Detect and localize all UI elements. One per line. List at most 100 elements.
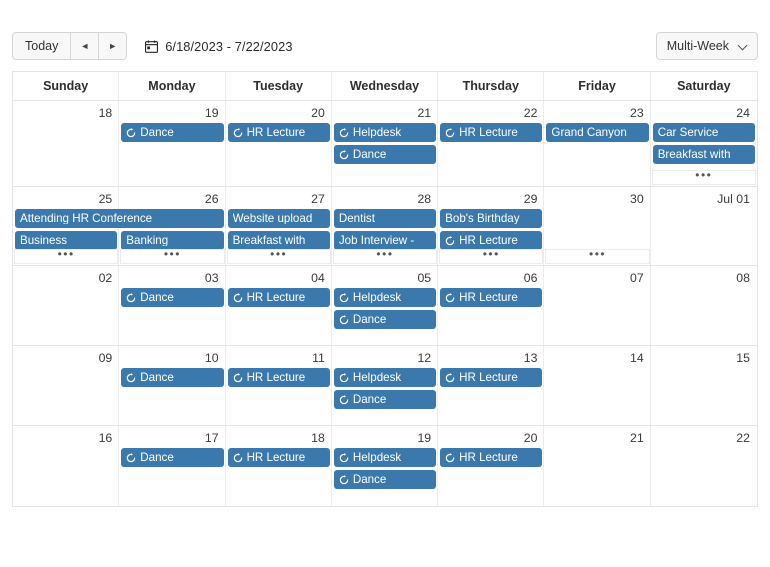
event-label: Helpdesk xyxy=(352,126,402,139)
view-mode-select[interactable]: Multi-Week xyxy=(655,32,758,60)
previous-period-button[interactable]: ◄ xyxy=(71,32,100,60)
calendar-event[interactable]: Dance xyxy=(121,368,224,387)
calendar-event[interactable]: Dentist xyxy=(333,209,437,228)
recurring-event-icon xyxy=(339,149,349,160)
more-events-button[interactable]: ••• xyxy=(439,246,544,264)
more-events-button[interactable]: ••• xyxy=(226,246,331,264)
date-range-display: 6/18/2023 - 7/22/2023 xyxy=(145,39,292,54)
event-label: Dentist xyxy=(338,212,375,225)
chevron-down-icon xyxy=(739,42,747,50)
event-label: Dance xyxy=(352,313,387,326)
event-label: Website upload xyxy=(232,212,313,225)
calendar-event[interactable]: Dance xyxy=(333,390,437,409)
event-label: HR Lecture xyxy=(459,291,518,304)
more-events-dots: ••• xyxy=(482,246,500,261)
calendar-event[interactable]: HR Lecture xyxy=(227,448,330,467)
recurring-event-icon xyxy=(339,452,349,463)
event-label: Dance xyxy=(140,451,174,464)
event-label: Attending HR Conference xyxy=(20,212,153,225)
calendar-toolbar: Today ◄ ► 6/18/2023 - 7/22/2023 Multi-We… xyxy=(12,30,758,62)
calendar-event[interactable]: HR Lecture xyxy=(227,123,330,142)
calendar-icon xyxy=(145,39,159,53)
event-label: HR Lecture xyxy=(459,126,518,139)
event-layer: Dance HR Lecture Helpdesk Dance HR Lecture xyxy=(13,426,757,506)
event-label: Breakfast with xyxy=(657,148,731,161)
calendar-event[interactable]: HR Lecture xyxy=(440,288,543,307)
day-of-week-header: Thursday xyxy=(438,72,545,100)
event-label: Banking xyxy=(126,234,169,247)
recurring-event-icon xyxy=(126,452,136,463)
calendar-event[interactable]: Bob's Birthday xyxy=(440,209,543,228)
calendar-event[interactable]: Attending HR Conference xyxy=(15,209,224,228)
recurring-event-icon xyxy=(339,474,349,485)
event-label: Grand Canyon xyxy=(551,126,627,139)
calendar-event[interactable]: HR Lecture xyxy=(440,123,543,142)
date-range-text: 6/18/2023 - 7/22/2023 xyxy=(165,38,293,54)
event-label: Dance xyxy=(352,473,387,486)
more-events-dots: ••• xyxy=(270,246,288,261)
calendar-event[interactable]: Website upload xyxy=(227,209,330,228)
event-label: HR Lecture xyxy=(459,234,518,247)
more-events-dots: ••• xyxy=(695,167,713,182)
calendar-event[interactable]: Dance xyxy=(333,145,437,164)
calendar-week-row: 25 26 27 28 29 30 Jul 01 Attending HR Conferenc… xyxy=(13,187,757,266)
event-label: Job Interview - xyxy=(338,234,415,247)
calendar-event[interactable]: HR Lecture xyxy=(440,368,543,387)
recurring-event-icon xyxy=(445,292,455,303)
calendar-week-row: 09 10 11 12 13 14 15 Dance HR Lecture Helpdesk Dan… xyxy=(13,346,757,426)
recurring-event-icon xyxy=(445,372,455,383)
recurring-event-icon xyxy=(126,292,136,303)
more-events-dots: ••• xyxy=(589,246,607,261)
view-mode-value: Multi-Week xyxy=(666,39,729,53)
calendar-event[interactable]: Dance xyxy=(121,123,224,142)
more-events-button[interactable]: ••• xyxy=(332,248,438,264)
calendar-event[interactable]: Dance xyxy=(121,288,224,307)
recurring-event-icon xyxy=(339,292,349,303)
calendar-event[interactable]: Grand Canyon xyxy=(546,123,649,142)
recurring-event-icon xyxy=(445,127,455,138)
recurring-event-icon xyxy=(339,127,349,138)
calendar-event[interactable]: HR Lecture xyxy=(227,288,330,307)
calendar-week-rows: 18 19 20 21 22 23 24 Dance HR Lecture Helpdesk Dan… xyxy=(13,101,757,506)
calendar-event[interactable]: Dance xyxy=(121,448,224,467)
more-events-dots: ••• xyxy=(57,246,75,261)
calendar-event[interactable]: Breakfast with xyxy=(652,145,755,164)
calendar-event[interactable]: Helpdesk xyxy=(333,288,437,307)
event-label: Dance xyxy=(140,126,174,139)
calendar-week-row: 16 17 18 19 20 21 22 Dance HR Lecture Helpdesk Dan… xyxy=(13,426,757,506)
next-period-button[interactable]: ► xyxy=(99,32,128,60)
day-of-week-header: Friday xyxy=(544,72,651,100)
event-label: HR Lecture xyxy=(246,451,306,464)
more-events-button[interactable]: ••• xyxy=(545,246,650,264)
recurring-event-icon xyxy=(445,452,455,463)
more-events-button[interactable]: ••• xyxy=(14,246,119,264)
recurring-event-icon xyxy=(126,127,136,138)
recurring-event-icon xyxy=(233,452,243,463)
calendar-event[interactable]: Dance xyxy=(333,470,437,489)
calendar-event[interactable]: Helpdesk xyxy=(333,448,437,467)
day-of-week-header: Tuesday xyxy=(226,72,332,100)
event-label: HR Lecture xyxy=(459,451,518,464)
chevron-left-icon: ◄ xyxy=(80,40,90,51)
day-of-week-header: Saturday xyxy=(677,79,731,93)
calendar-event[interactable]: HR Lecture xyxy=(440,448,543,467)
event-label: Car Service xyxy=(657,126,719,139)
more-events-button[interactable]: ••• xyxy=(120,248,225,264)
event-label: Helpdesk xyxy=(352,451,402,464)
more-events-button[interactable]: ••• xyxy=(651,167,756,185)
calendar-event[interactable]: Car Service xyxy=(652,123,755,142)
calendar-event[interactable]: Helpdesk xyxy=(333,123,437,142)
calendar-event[interactable]: Dance xyxy=(333,310,437,329)
day-of-week-header: Wednesday xyxy=(332,72,439,100)
recurring-event-icon xyxy=(233,127,243,138)
event-layer: Attending HR Conference Website upload Den… xyxy=(13,187,757,265)
calendar-event[interactable]: Helpdesk xyxy=(333,368,437,387)
recurring-event-icon xyxy=(339,372,349,383)
today-button[interactable]: Today xyxy=(12,32,72,60)
recurring-event-icon xyxy=(233,372,243,383)
calendar-week-row: 02 03 04 05 06 07 08 Dance HR Lecture Helpdesk Dan… xyxy=(13,266,757,346)
event-label: Helpdesk xyxy=(352,291,402,304)
calendar-event[interactable]: HR Lecture xyxy=(227,368,330,387)
event-label: Dance xyxy=(140,371,174,384)
recurring-event-icon xyxy=(445,235,455,246)
